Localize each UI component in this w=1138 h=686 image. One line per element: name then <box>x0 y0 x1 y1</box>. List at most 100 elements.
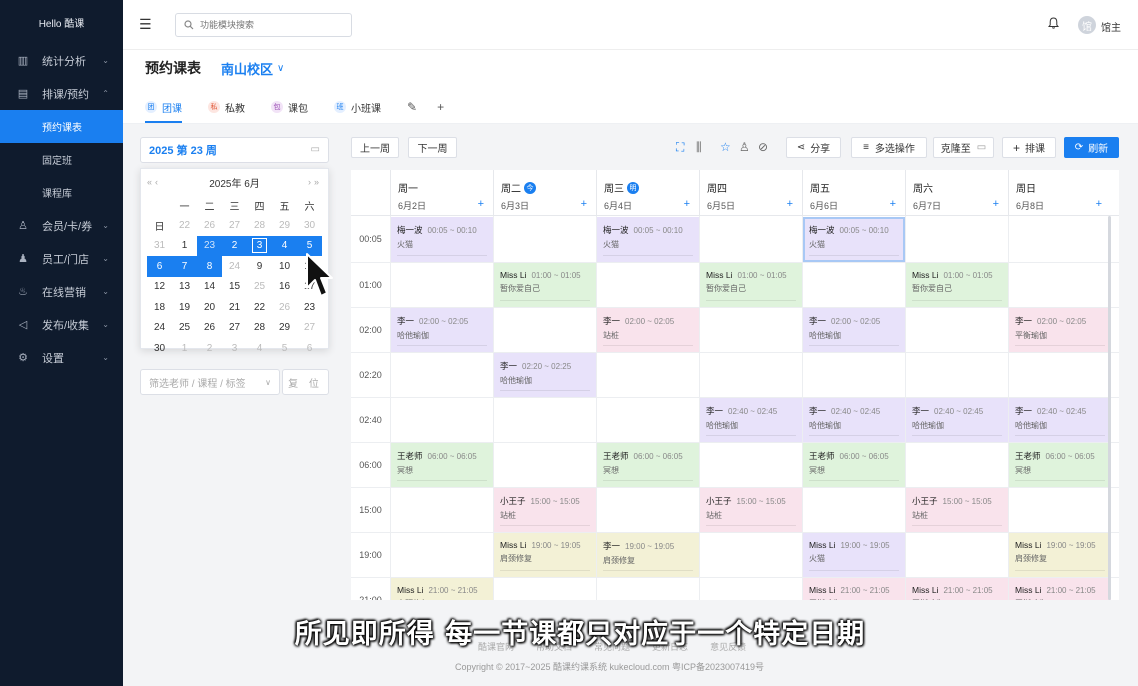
lesson-card[interactable]: Miss Li 21:00 ~ 21:05 平衡瑜伽 <box>1009 578 1111 600</box>
lesson-card[interactable]: 李一 02:00 ~ 02:05 哈他瑜伽 <box>391 308 493 352</box>
day-cell[interactable]: 22 <box>247 297 272 318</box>
week-number[interactable]: 23 <box>197 235 222 256</box>
day-cell[interactable]: 4 <box>247 338 272 359</box>
lesson-card[interactable]: Miss Li 21:00 ~ 21:05 平衡瑜伽 <box>906 578 1008 600</box>
day-cell[interactable]: 5 <box>272 338 297 359</box>
sidebar-subitem[interactable]: 预约课表 <box>0 110 123 143</box>
lesson-card[interactable]: 小王子 15:00 ~ 15:05 站桩 <box>494 488 596 532</box>
week-picker-input[interactable]: 2025 第 23 周 ▭ <box>140 137 329 163</box>
edit-icon[interactable]: ✎ <box>407 100 417 114</box>
day-cell[interactable]: 19 <box>172 297 197 318</box>
lesson-card[interactable]: Miss Li 19:00 ~ 19:05 肩颈修复 <box>1009 533 1111 577</box>
day-cell[interactable]: 24 <box>147 318 172 339</box>
week-number[interactable]: 27 <box>297 318 322 339</box>
tab-2[interactable]: 包课包 <box>271 96 308 118</box>
day-cell[interactable]: 21 <box>222 297 247 318</box>
prev-year-month-icon[interactable]: «‹ <box>147 177 161 187</box>
sidebar-item[interactable]: ♨ 在线营销 ⌄ <box>0 275 123 308</box>
day-cell[interactable]: 8 <box>197 256 222 277</box>
add-lesson-icon[interactable]: + <box>993 198 999 210</box>
refresh-button[interactable]: ⟳ 刷新 <box>1064 137 1119 158</box>
lesson-card[interactable]: 王老师 06:00 ~ 06:05 冥想 <box>803 443 905 487</box>
next-month-year-icon[interactable]: ›» <box>308 177 322 187</box>
day-cell[interactable]: 30 <box>297 215 322 236</box>
week-number[interactable]: 26 <box>272 297 297 318</box>
day-cell[interactable]: 27 <box>222 215 247 236</box>
prev-week-button[interactable]: 上一周 <box>351 137 399 158</box>
tab-1[interactable]: 私私教 <box>208 96 245 118</box>
day-cell[interactable]: 26 <box>197 318 222 339</box>
add-lesson-icon[interactable]: + <box>684 198 690 210</box>
person-icon[interactable]: ♙ <box>739 140 750 154</box>
tab-3[interactable]: 班小班课 <box>334 96 381 118</box>
day-cell[interactable]: 6 <box>147 256 172 277</box>
lesson-card[interactable]: 王老师 06:00 ~ 06:05 冥想 <box>391 443 493 487</box>
week-number[interactable]: 24 <box>222 256 247 277</box>
week-number[interactable]: 25 <box>247 277 272 298</box>
day-cell[interactable]: 29 <box>272 318 297 339</box>
day-cell[interactable]: 3 <box>222 338 247 359</box>
schedule-button[interactable]: + 排课 <box>1002 137 1056 158</box>
day-cell[interactable]: 7 <box>172 256 197 277</box>
lesson-card[interactable]: 小王子 15:00 ~ 15:05 站桩 <box>906 488 1008 532</box>
avatar[interactable]: 馆 <box>1078 16 1096 34</box>
campus-selector[interactable]: 南山校区 <box>221 59 273 78</box>
tab-0[interactable]: 团团课 <box>145 96 182 123</box>
add-lesson-icon[interactable]: + <box>478 198 484 210</box>
lesson-card[interactable]: 小王子 15:00 ~ 15:05 站桩 <box>700 488 802 532</box>
lesson-card[interactable]: Miss Li 19:00 ~ 19:05 火猫 <box>803 533 905 577</box>
day-cell-today[interactable]: 3 <box>247 235 272 256</box>
lesson-card[interactable]: 李一 19:00 ~ 19:05 肩颈修复 <box>597 533 699 577</box>
add-lesson-icon[interactable]: + <box>581 198 587 210</box>
next-week-button[interactable]: 下一周 <box>408 137 457 158</box>
lesson-card[interactable]: 李一 02:40 ~ 02:45 哈他瑜伽 <box>803 398 905 442</box>
lesson-card[interactable]: Miss Li 01:00 ~ 01:05 暂你爱自己 <box>700 263 802 307</box>
sidebar-subitem[interactable]: 课程库 <box>0 176 123 209</box>
day-cell[interactable]: 2 <box>222 235 247 256</box>
add-lesson-icon[interactable]: + <box>1096 198 1102 210</box>
day-cell[interactable]: 20 <box>197 297 222 318</box>
week-number[interactable]: 22 <box>172 215 197 236</box>
add-lesson-icon[interactable]: + <box>890 198 896 210</box>
lesson-card[interactable]: 李一 02:00 ~ 02:05 站桩 <box>597 308 699 352</box>
lesson-card[interactable]: 李一 02:40 ~ 02:45 哈他瑜伽 <box>700 398 802 442</box>
lesson-card[interactable]: 李一 02:40 ~ 02:45 哈他瑜伽 <box>906 398 1008 442</box>
share-button[interactable]: ⋖ 分享 <box>786 137 841 158</box>
lesson-card[interactable]: 梅一波 00:05 ~ 00:10 火猫 <box>803 217 905 262</box>
day-cell[interactable]: 13 <box>172 277 197 298</box>
add-tab-icon[interactable]: + <box>437 100 444 114</box>
fullscreen-icon[interactable]: ⛶ <box>676 140 684 155</box>
day-cell[interactable]: 18 <box>147 297 172 318</box>
search-box[interactable] <box>175 13 352 37</box>
day-cell[interactable]: 12 <box>147 277 172 298</box>
day-cell[interactable]: 16 <box>272 277 297 298</box>
reset-button[interactable]: 复 位 <box>282 369 329 395</box>
lesson-card[interactable]: Miss Li 21:00 ~ 21:05 平衡瑜伽 <box>803 578 905 600</box>
day-cell[interactable]: 9 <box>247 256 272 277</box>
day-cell[interactable]: 29 <box>272 215 297 236</box>
menu-toggle-icon[interactable]: ☰ <box>139 16 152 33</box>
day-cell[interactable]: 23 <box>297 297 322 318</box>
lesson-card[interactable]: 王老师 06:00 ~ 06:05 冥想 <box>1009 443 1111 487</box>
day-cell[interactable]: 15 <box>222 277 247 298</box>
day-cell[interactable]: 1 <box>172 236 197 257</box>
chevron-down-icon[interactable]: ∨ <box>277 63 284 74</box>
lesson-card[interactable]: 梅一波 00:05 ~ 00:10 火猫 <box>597 217 699 262</box>
sidebar-subitem[interactable]: 固定班 <box>0 143 123 176</box>
day-cell[interactable]: 28 <box>247 215 272 236</box>
clone-button[interactable]: 克隆至 ▭ <box>933 137 994 158</box>
day-cell[interactable]: 14 <box>197 277 222 298</box>
sidebar-item[interactable]: ♙ 会员/卡/券 ⌄ <box>0 209 123 242</box>
ban-icon[interactable]: ⊘ <box>758 140 768 154</box>
lesson-card[interactable]: Miss Li 01:00 ~ 01:05 暂你爱自己 <box>494 263 596 307</box>
day-cell[interactable]: 6 <box>297 338 322 359</box>
day-cell[interactable]: 26 <box>197 215 222 236</box>
day-cell[interactable]: 10 <box>272 256 297 277</box>
multi-select-button[interactable]: ≡ 多选操作 <box>851 137 927 158</box>
scrollbar[interactable] <box>1108 216 1111 600</box>
lesson-card[interactable]: 王老师 06:00 ~ 06:05 冥想 <box>597 443 699 487</box>
lesson-card[interactable]: Miss Li 19:00 ~ 19:05 肩颈修复 <box>494 533 596 577</box>
day-cell[interactable]: 31 <box>147 236 172 257</box>
day-cell[interactable]: 28 <box>247 318 272 339</box>
lesson-card[interactable]: 梅一波 00:05 ~ 00:10 火猫 <box>391 217 493 262</box>
